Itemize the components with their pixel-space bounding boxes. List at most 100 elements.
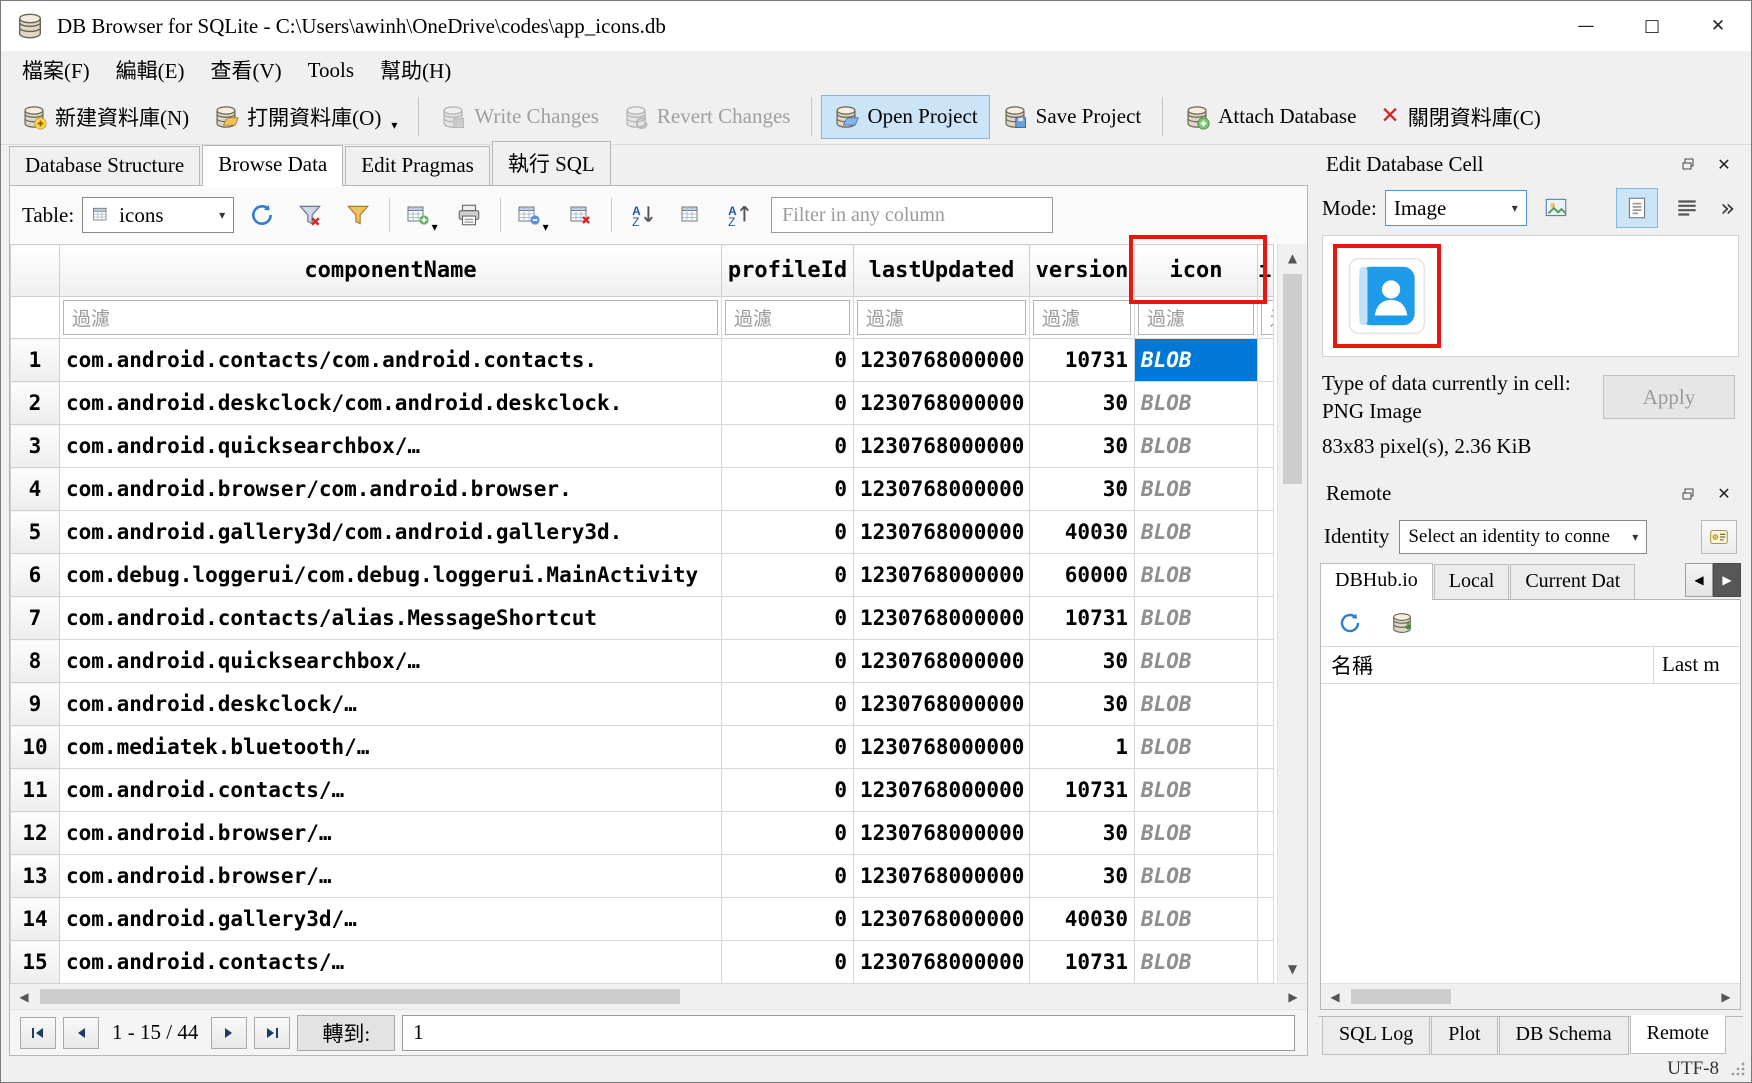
close-panel-icon[interactable]: ✕ xyxy=(1707,149,1741,179)
cell-version[interactable]: 10731 xyxy=(1030,597,1135,640)
cell-extra[interactable] xyxy=(1258,898,1274,941)
row-number-cell[interactable]: 7 xyxy=(11,597,60,640)
cell-componentName[interactable]: com.android.deskclock/com.android.deskcl… xyxy=(60,382,722,425)
row-number-cell[interactable]: 14 xyxy=(11,898,60,941)
cell-profileId[interactable]: 0 xyxy=(722,554,854,597)
cell-profileId[interactable]: 0 xyxy=(722,726,854,769)
cell-version[interactable]: 10731 xyxy=(1030,941,1135,984)
cell-profileId[interactable]: 0 xyxy=(722,640,854,683)
cell-lastUpdated[interactable]: 1230768000000 xyxy=(854,511,1030,554)
apply-button[interactable]: Apply xyxy=(1603,375,1735,419)
cell-lastUpdated[interactable]: 1230768000000 xyxy=(854,554,1030,597)
goto-record-input[interactable] xyxy=(402,1015,1295,1051)
cell-icon[interactable]: BLOB xyxy=(1135,468,1258,511)
cell-lastUpdated[interactable]: 1230768000000 xyxy=(854,339,1030,382)
word-wrap-button[interactable] xyxy=(1666,188,1708,228)
cell-lastUpdated[interactable]: 1230768000000 xyxy=(854,468,1030,511)
cell-icon[interactable]: BLOB xyxy=(1135,898,1258,941)
cell-version[interactable]: 1 xyxy=(1030,726,1135,769)
minimize-button[interactable]: — xyxy=(1553,1,1619,51)
row-number-cell[interactable]: 13 xyxy=(11,855,60,898)
cell-componentName[interactable]: com.android.contacts/alias.MessageShortc… xyxy=(60,597,722,640)
cell-lastUpdated[interactable]: 1230768000000 xyxy=(854,683,1030,726)
sort-ascending-button[interactable]: AZ xyxy=(623,195,663,235)
float-panel-icon[interactable] xyxy=(1671,479,1705,509)
cell-profileId[interactable]: 0 xyxy=(722,941,854,984)
cell-extra[interactable] xyxy=(1258,769,1274,812)
goto-record-button[interactable]: 轉到: xyxy=(297,1015,395,1051)
cell-icon[interactable]: BLOB xyxy=(1135,425,1258,468)
resize-grip[interactable] xyxy=(1729,1060,1747,1078)
filter-input-version[interactable]: 過濾 xyxy=(1030,297,1135,339)
column-header-version[interactable]: version xyxy=(1030,245,1135,297)
cell-componentName[interactable]: com.mediatek.bluetooth/… xyxy=(60,726,722,769)
cell-componentName[interactable]: com.android.contacts/com.android.contact… xyxy=(60,339,722,382)
cell-version[interactable]: 30 xyxy=(1030,382,1135,425)
scroll-up-icon[interactable]: ▲ xyxy=(1278,244,1307,272)
column-header-profileId[interactable]: profileId xyxy=(722,245,854,297)
save-project-button[interactable]: Save Project xyxy=(990,95,1154,139)
open-project-button[interactable]: Open Project xyxy=(821,95,989,139)
cell-componentName[interactable]: com.android.contacts/… xyxy=(60,941,722,984)
clone-database-button[interactable] xyxy=(1385,606,1419,640)
cell-componentName[interactable]: com.android.deskclock/… xyxy=(60,683,722,726)
main-tab[interactable]: 執行 SQL xyxy=(492,141,611,185)
identity-selector[interactable]: Select an identity to conne ▾ xyxy=(1399,520,1647,554)
open-database-button[interactable]: 打開資料庫(O) ▾ xyxy=(201,93,409,141)
cell-lastUpdated[interactable]: 1230768000000 xyxy=(854,855,1030,898)
cell-profileId[interactable]: 0 xyxy=(722,769,854,812)
remote-refresh-button[interactable] xyxy=(1333,606,1367,640)
cell-componentName[interactable]: com.debug.loggerui/com.debug.loggerui.Ma… xyxy=(60,554,722,597)
refresh-button[interactable] xyxy=(242,195,282,235)
cell-icon[interactable]: BLOB xyxy=(1135,769,1258,812)
cell-componentName[interactable]: com.android.contacts/… xyxy=(60,769,722,812)
dock-tab[interactable]: Remote xyxy=(1630,1015,1726,1054)
cell-icon[interactable]: BLOB xyxy=(1135,640,1258,683)
column-header-last-modified[interactable]: Last m xyxy=(1654,647,1740,683)
cell-lastUpdated[interactable]: 1230768000000 xyxy=(854,597,1030,640)
cell-profileId[interactable]: 0 xyxy=(722,812,854,855)
cell-version[interactable]: 30 xyxy=(1030,683,1135,726)
first-record-button[interactable] xyxy=(20,1017,56,1049)
column-header-extra[interactable]: ic xyxy=(1258,245,1274,297)
cell-version[interactable]: 10731 xyxy=(1030,769,1135,812)
cell-componentName[interactable]: com.android.gallery3d/com.android.galler… xyxy=(60,511,722,554)
cell-lastUpdated[interactable]: 1230768000000 xyxy=(854,941,1030,984)
filter-any-column-input[interactable] xyxy=(771,197,1053,233)
next-record-button[interactable] xyxy=(211,1017,247,1049)
cell-extra[interactable] xyxy=(1258,554,1274,597)
scroll-left-icon[interactable]: ◀ xyxy=(10,984,38,1009)
insert-record-button[interactable]: ▾ xyxy=(401,195,441,235)
cell-lastUpdated[interactable]: 1230768000000 xyxy=(854,769,1030,812)
column-header-lastUpdated[interactable]: lastUpdated xyxy=(854,245,1030,297)
cell-lastUpdated[interactable]: 1230768000000 xyxy=(854,640,1030,683)
cell-extra[interactable] xyxy=(1258,511,1274,554)
row-number-cell[interactable]: 4 xyxy=(11,468,60,511)
cell-componentName[interactable]: com.android.gallery3d/… xyxy=(60,898,722,941)
cell-version[interactable]: 30 xyxy=(1030,468,1135,511)
cell-profileId[interactable]: 0 xyxy=(722,382,854,425)
scroll-right-icon[interactable]: ▶ xyxy=(1279,984,1307,1009)
cell-extra[interactable] xyxy=(1258,726,1274,769)
cell-profileId[interactable]: 0 xyxy=(722,855,854,898)
close-button[interactable]: ✕ xyxy=(1685,1,1751,51)
main-tab[interactable]: Database Structure xyxy=(9,146,200,185)
column-header-icon[interactable]: icon xyxy=(1135,245,1258,297)
horizontal-scroll-thumb[interactable] xyxy=(1351,989,1451,1004)
import-data-button[interactable] xyxy=(1535,188,1577,228)
encoding-indicator[interactable]: UTF-8 xyxy=(1667,1058,1719,1080)
menu-item[interactable]: Tools xyxy=(295,53,367,88)
duplicate-record-button[interactable]: ▾ xyxy=(512,195,552,235)
cell-lastUpdated[interactable]: 1230768000000 xyxy=(854,425,1030,468)
cell-version[interactable]: 40030 xyxy=(1030,898,1135,941)
dock-tab[interactable]: Plot xyxy=(1431,1016,1497,1055)
toolbar-overflow-icon[interactable]: » xyxy=(1720,194,1735,222)
horizontal-scroll-thumb[interactable] xyxy=(40,989,680,1004)
cell-icon[interactable]: BLOB xyxy=(1135,597,1258,640)
cell-icon[interactable]: BLOB xyxy=(1135,554,1258,597)
mode-selector[interactable]: Image ▾ xyxy=(1385,190,1527,226)
cell-extra[interactable] xyxy=(1258,855,1274,898)
cell-extra[interactable] xyxy=(1258,382,1274,425)
cell-version[interactable]: 10731 xyxy=(1030,339,1135,382)
cell-version[interactable]: 30 xyxy=(1030,855,1135,898)
